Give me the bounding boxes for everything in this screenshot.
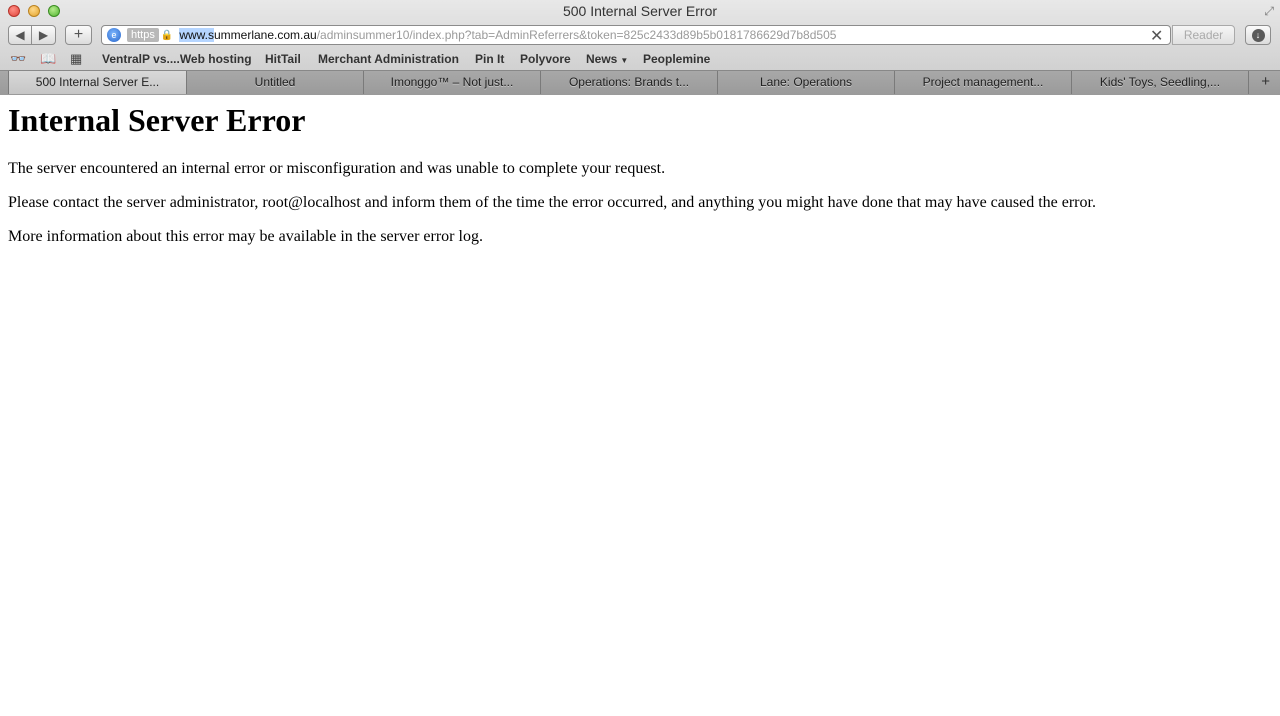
tab-project-management[interactable]: Project management... xyxy=(895,71,1072,94)
tab-untitled[interactable]: Untitled xyxy=(187,71,364,94)
bookmark-merchant-administration[interactable]: Merchant Administration xyxy=(318,52,459,66)
clear-url-icon[interactable]: ✕ xyxy=(1150,26,1163,46)
tab-imonggo[interactable]: Imonggo™ – Not just... xyxy=(364,71,541,94)
url-path: /adminsummer10/index.php?tab=AdminReferr… xyxy=(316,28,837,42)
bookmarks-bar: 👓 📖 ▦ VentralP vs....Web hosting HitTail… xyxy=(0,49,1280,69)
bookmark-ventralp[interactable]: VentralP vs....Web hosting xyxy=(102,52,252,66)
error-paragraph-2: Please contact the server administrator,… xyxy=(8,194,1096,211)
address-bar[interactable]: e https 🔒 www.s ummerlane.com.au/adminsum… xyxy=(101,25,1171,45)
browser-chrome: 500 Internal Server Error ⤢ ◀ ▶ + e http… xyxy=(0,0,1280,95)
globe-icon: e xyxy=(107,28,121,42)
tab-operations-brands[interactable]: Operations: Brands t... xyxy=(541,71,718,94)
forward-button[interactable]: ▶ xyxy=(31,25,56,45)
bookmarks-book-icon[interactable]: 📖 xyxy=(40,51,56,67)
lock-icon: 🔒 xyxy=(160,29,174,41)
reader-button[interactable]: Reader xyxy=(1172,25,1235,45)
bookmark-news-label: News xyxy=(586,52,618,66)
triangle-left-icon: ◀ xyxy=(15,28,25,42)
https-badge: https xyxy=(127,28,159,42)
bookmark-pin-it[interactable]: Pin It xyxy=(475,52,504,66)
bookmark-polyvore[interactable]: Polyvore xyxy=(520,52,571,66)
bookmark-hittail[interactable]: HitTail xyxy=(265,52,301,66)
toolbar: ◀ ▶ + e https 🔒 www.s ummerlane.com.au/ad… xyxy=(0,23,1280,48)
page-content: Internal Server Error The server encount… xyxy=(8,94,1272,245)
caret-down-icon: ▼ xyxy=(620,56,629,65)
bookmark-news-folder[interactable]: News ▼ xyxy=(586,52,628,66)
tab-bar: 500 Internal Server E... Untitled Imongg… xyxy=(0,70,1280,95)
top-sites-grid-icon[interactable]: ▦ xyxy=(70,51,82,67)
back-button[interactable]: ◀ xyxy=(8,25,32,45)
tab-kids-toys[interactable]: Kids' Toys, Seedling,... xyxy=(1072,71,1249,94)
page-heading: Internal Server Error xyxy=(8,102,306,138)
tab-lane-operations[interactable]: Lane: Operations xyxy=(718,71,895,94)
bookmark-peoplemine[interactable]: Peoplemine xyxy=(643,52,710,66)
add-tab-icon[interactable]: + xyxy=(1261,73,1270,90)
url-host-selected: www.s xyxy=(179,28,214,42)
title-bar: 500 Internal Server Error ⤢ xyxy=(0,0,1280,22)
window-title: 500 Internal Server Error xyxy=(562,3,718,19)
new-tab-button[interactable]: + xyxy=(65,25,92,45)
error-paragraph-3: More information about this error may be… xyxy=(8,228,483,245)
tab-500-error[interactable]: 500 Internal Server E... xyxy=(8,71,187,94)
url-host: ummerlane.com.au xyxy=(213,28,317,42)
error-paragraph-1: The server encountered an internal error… xyxy=(8,160,666,177)
reading-list-icon[interactable]: 👓 xyxy=(10,51,26,67)
download-icon: ↓ xyxy=(1251,28,1265,42)
downloads-button[interactable]: ↓ xyxy=(1245,25,1271,45)
triangle-right-icon: ▶ xyxy=(38,28,49,42)
fullscreen-icon[interactable]: ⤢ xyxy=(1264,4,1274,19)
